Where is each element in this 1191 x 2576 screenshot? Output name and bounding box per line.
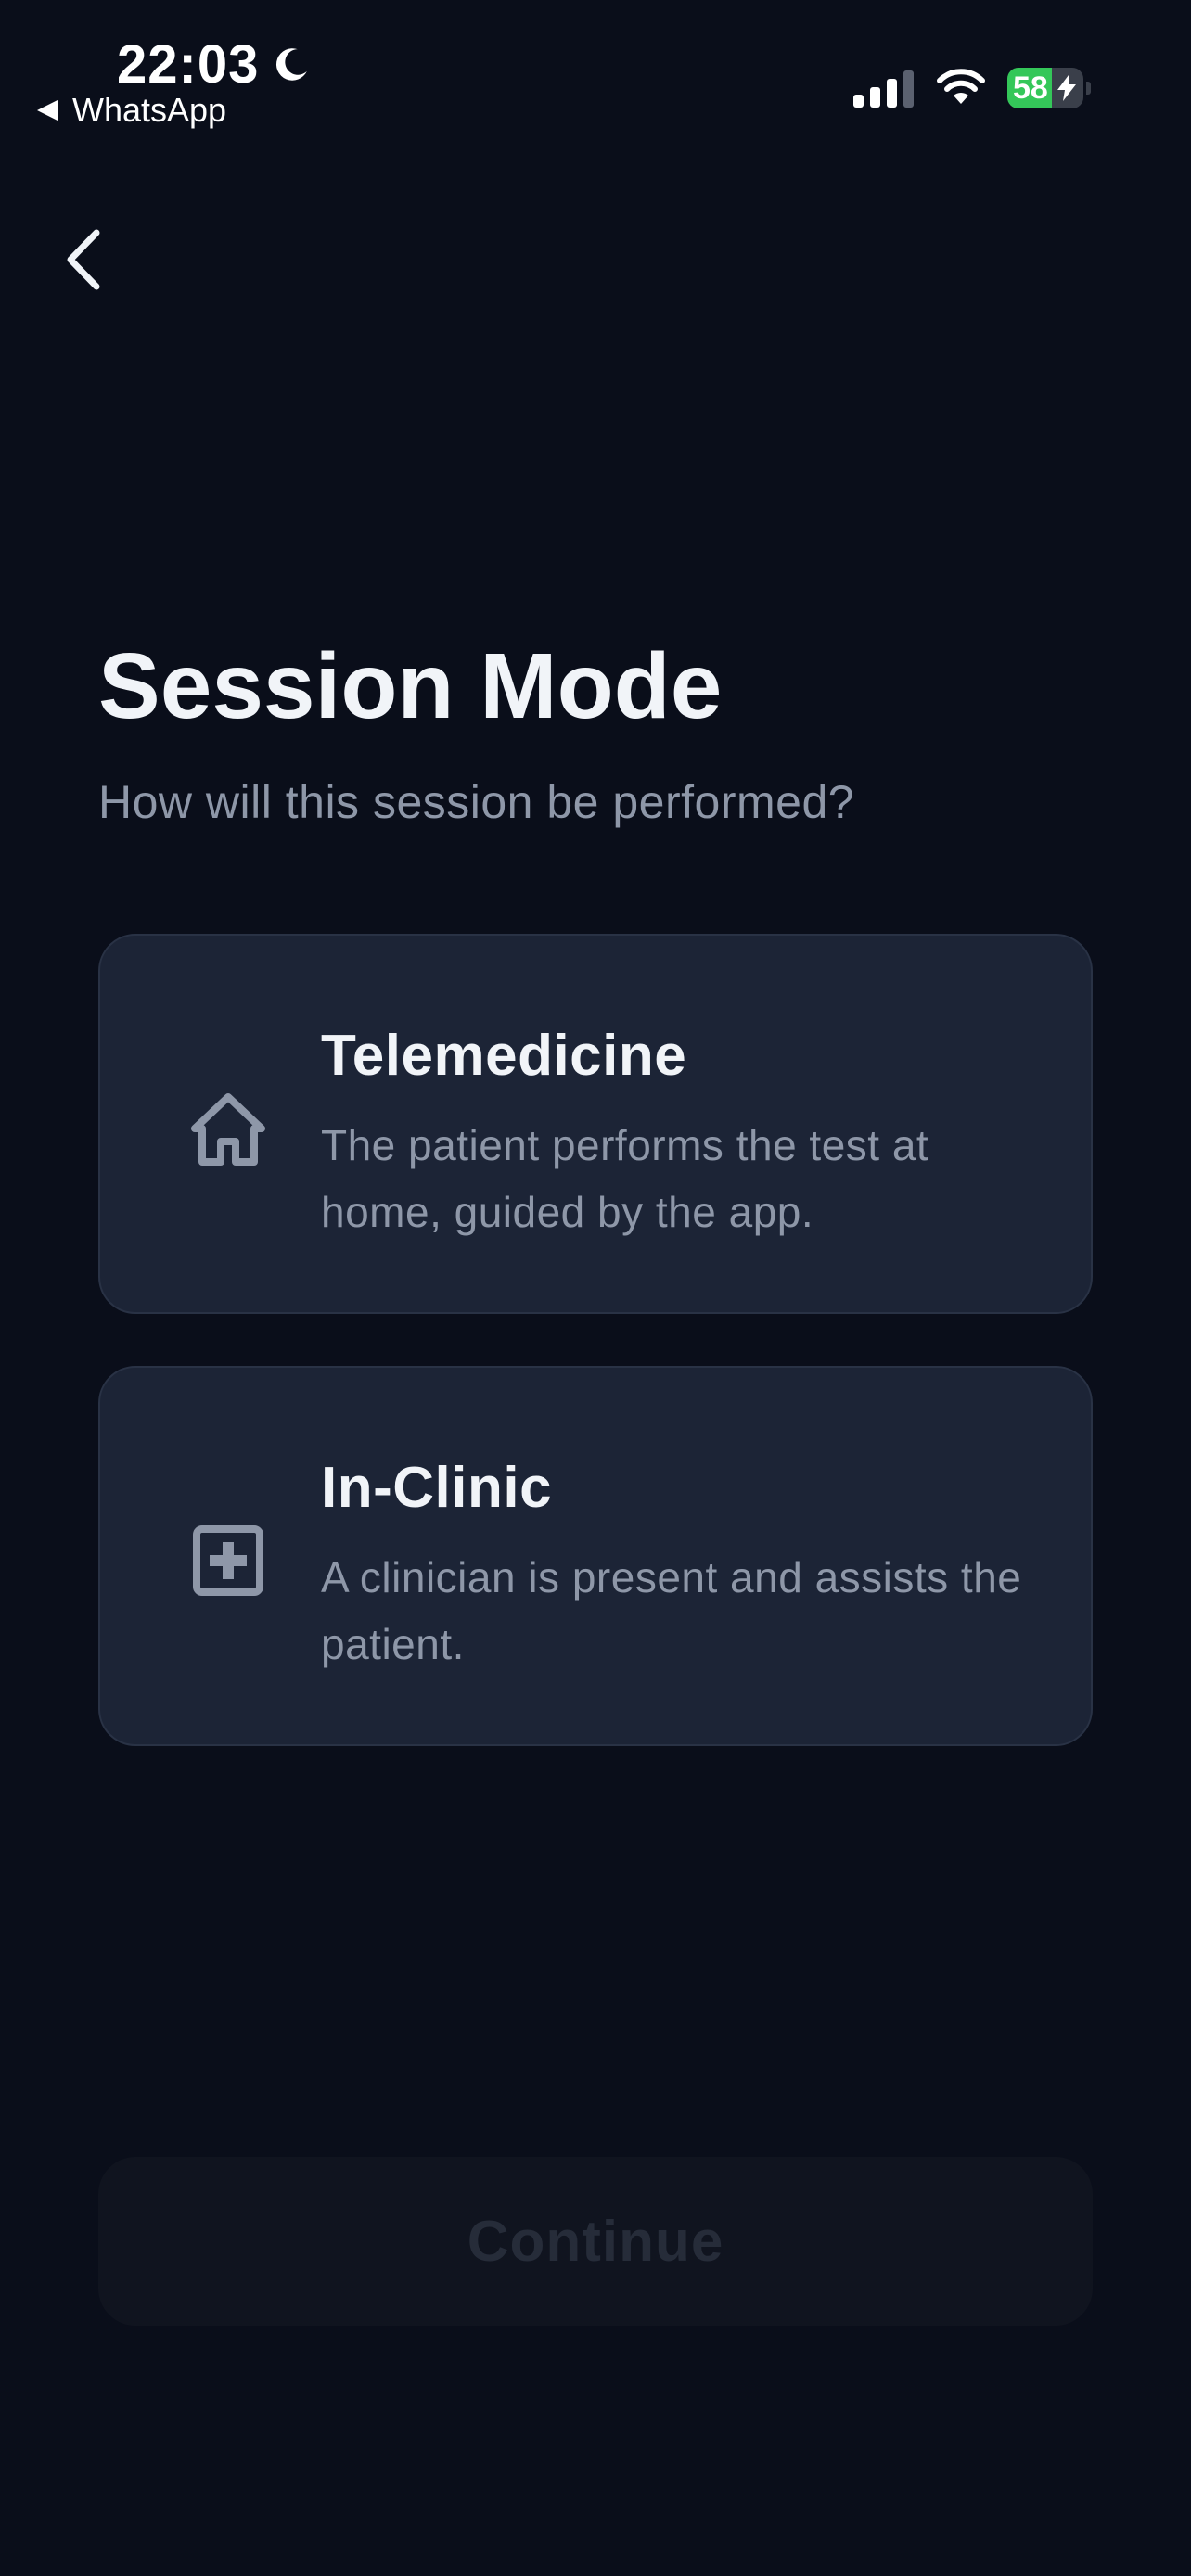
chevron-left-icon xyxy=(67,229,100,290)
back-button[interactable] xyxy=(56,223,111,297)
continue-button[interactable]: Continue xyxy=(98,2157,1093,2326)
wifi-icon xyxy=(937,69,985,104)
option-title: In-Clinic xyxy=(321,1456,553,1520)
page-subtitle: How will this session be performed? xyxy=(98,776,855,828)
battery-icon: 58 xyxy=(1007,67,1091,109)
medical-cross-icon xyxy=(193,1525,263,1596)
option-description: The patient performs the test at home, g… xyxy=(321,1121,929,1236)
option-title: Telemedicine xyxy=(321,1024,687,1088)
back-to-app-link[interactable]: WhatsApp xyxy=(37,91,226,130)
option-description: A clinician is present and assists the p… xyxy=(321,1553,1022,1668)
status-bar: 22:03 WhatsApp 58 xyxy=(0,0,1191,139)
moon-icon xyxy=(276,48,308,81)
back-app-label: WhatsApp xyxy=(72,91,227,129)
status-time-group: 22:03 xyxy=(117,33,313,96)
battery-percent: 58 xyxy=(1013,70,1048,106)
page-title: Session Mode xyxy=(98,634,723,738)
signal-icon xyxy=(853,67,914,108)
back-triangle-icon xyxy=(37,100,58,121)
option-telemedicine[interactable]: Telemedicine The patient performs the te… xyxy=(98,934,1093,1314)
option-in-clinic[interactable]: In-Clinic A clinician is present and ass… xyxy=(98,1366,1093,1746)
status-time: 22:03 xyxy=(117,34,260,95)
home-icon xyxy=(191,1093,265,1166)
bolt-icon xyxy=(1057,75,1077,101)
